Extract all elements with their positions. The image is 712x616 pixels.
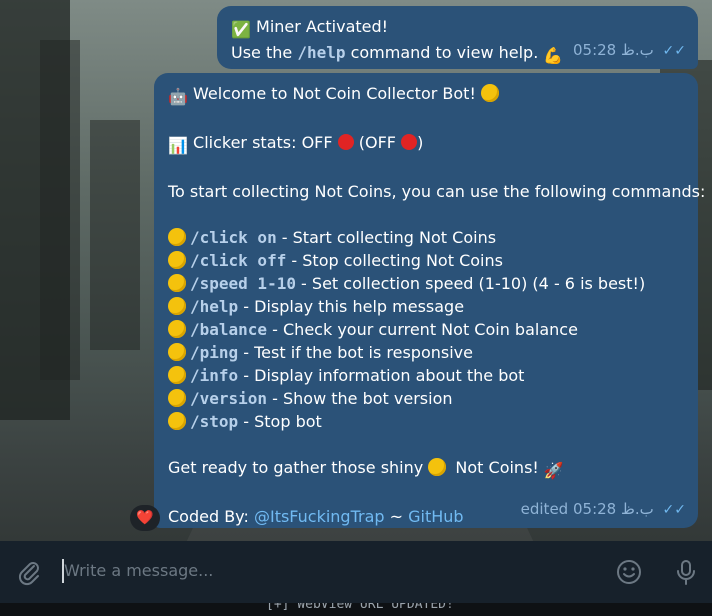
stats-text: ) — [417, 133, 424, 152]
coin-emoji-icon — [168, 412, 186, 430]
message-input[interactable]: Write a message... — [64, 561, 213, 580]
command-desc: - Start collecting Not Coins — [276, 228, 497, 247]
command-desc: - Test if the bot is responsive — [238, 343, 473, 362]
message-text: Use the — [231, 43, 298, 62]
coin-emoji-icon — [168, 297, 186, 315]
command-list: /click on - Start collecting Not Coins /… — [168, 226, 684, 433]
outro-text: Get ready to gather those shiny — [168, 458, 424, 477]
coin-emoji-icon — [168, 389, 186, 407]
mic-icon[interactable] — [671, 557, 701, 587]
command-link[interactable]: /version — [190, 389, 267, 408]
welcome-text: Welcome to Not Coin Collector Bot! — [193, 84, 476, 103]
chart-emoji-icon: 📊 — [168, 136, 188, 155]
message-time: 05:28 ب.ظ — [572, 500, 654, 518]
separator-text: ~ — [384, 507, 409, 526]
rocket-emoji-icon: 🚀 — [543, 461, 564, 480]
message-bubble-incoming[interactable]: 🤖 Welcome to Not Coin Collector Bot! 📊 C… — [154, 73, 706, 528]
command-desc: - Show the bot version — [267, 389, 453, 408]
emoji-icon[interactable] — [614, 557, 644, 587]
edited-label: edited — [520, 500, 569, 518]
message-composer: Write a message... — [0, 541, 712, 603]
heart-icon: ❤️ — [136, 510, 154, 526]
attach-icon[interactable] — [14, 557, 44, 587]
command-link[interactable]: /click on — [190, 228, 277, 247]
coin-emoji-icon — [168, 228, 186, 246]
command-desc: - Stop collecting Not Coins — [286, 251, 503, 270]
command-link[interactable]: /speed 1-10 — [190, 274, 296, 293]
command-link[interactable]: /help — [190, 297, 238, 316]
coin-emoji-icon — [168, 366, 186, 384]
command-desc: - Set collection speed (1-10) (4 - 6 is … — [295, 274, 646, 293]
command-desc: - Stop bot — [238, 412, 322, 431]
command-item: /click on - Start collecting Not Coins — [168, 226, 684, 249]
coin-emoji-icon — [168, 274, 186, 292]
stats-text: (OFF — [358, 133, 397, 152]
stats-text: Clicker stats: OFF — [193, 133, 333, 152]
message-meta: 05:28 ب.ظ ✓✓ — [573, 39, 686, 63]
heart-reaction[interactable]: ❤️ — [130, 505, 160, 531]
author-link[interactable]: @ItsFuckingTrap — [254, 507, 385, 526]
coin-emoji-icon — [168, 343, 186, 361]
message-bubble-outgoing[interactable]: ✅ Miner Activated! Use the /help command… — [217, 6, 698, 69]
flexed-biceps-emoji-icon: 💪 — [543, 46, 564, 65]
command-item: /ping - Test if the bot is responsive — [168, 341, 684, 364]
coin-emoji-icon — [428, 458, 447, 476]
outro-text: Not Coins! — [455, 458, 539, 477]
terminal-text: [+] WebView URL UPDATED! — [266, 603, 454, 612]
red-circle-emoji-icon — [401, 134, 418, 150]
terminal-strip: [+] WebView URL UPDATED! — [0, 603, 712, 616]
command-item: /balance - Check your current Not Coin b… — [168, 318, 684, 341]
message-time: 05:28 ب.ظ — [572, 41, 654, 59]
command-desc: - Check your current Not Coin balance — [267, 320, 578, 339]
command-item: /version - Show the bot version — [168, 387, 684, 410]
red-circle-emoji-icon — [337, 134, 354, 150]
coin-emoji-icon — [168, 320, 186, 338]
command-link[interactable]: /click off — [190, 251, 286, 270]
command-link[interactable]: /balance — [190, 320, 267, 339]
coin-emoji-icon — [168, 251, 186, 269]
read-checkmarks-icon: ✓✓ — [662, 502, 686, 518]
robot-emoji-icon: 🤖 — [168, 87, 188, 106]
command-link[interactable]: /info — [190, 366, 238, 385]
message-text: Miner Activated! — [256, 17, 389, 36]
command-item: /speed 1-10 - Set collection speed (1-10… — [168, 272, 684, 295]
command-item: /info - Display information about the bo… — [168, 364, 684, 387]
command-item: /help - Display this help message — [168, 295, 684, 318]
coded-by-label: Coded By: — [168, 507, 254, 526]
command-item: /click off - Stop collecting Not Coins — [168, 249, 684, 272]
command-item: /stop - Stop bot — [168, 410, 684, 433]
command-link[interactable]: /help — [297, 43, 345, 62]
command-desc: - Display information about the bot — [238, 366, 525, 385]
command-link[interactable]: /stop — [190, 412, 238, 431]
read-checkmarks-icon: ✓✓ — [662, 43, 686, 59]
command-link[interactable]: /ping — [190, 343, 238, 362]
message-text: command to view help. — [345, 43, 539, 62]
check-emoji-icon: ✅ — [231, 20, 251, 39]
message-meta: edited 05:28 ب.ظ ✓✓ — [521, 498, 686, 522]
intro-text: To start collecting Not Coins, you can u… — [168, 182, 706, 201]
github-link[interactable]: GitHub — [408, 507, 463, 526]
command-desc: - Display this help message — [238, 297, 465, 316]
coin-emoji-icon — [480, 84, 499, 102]
